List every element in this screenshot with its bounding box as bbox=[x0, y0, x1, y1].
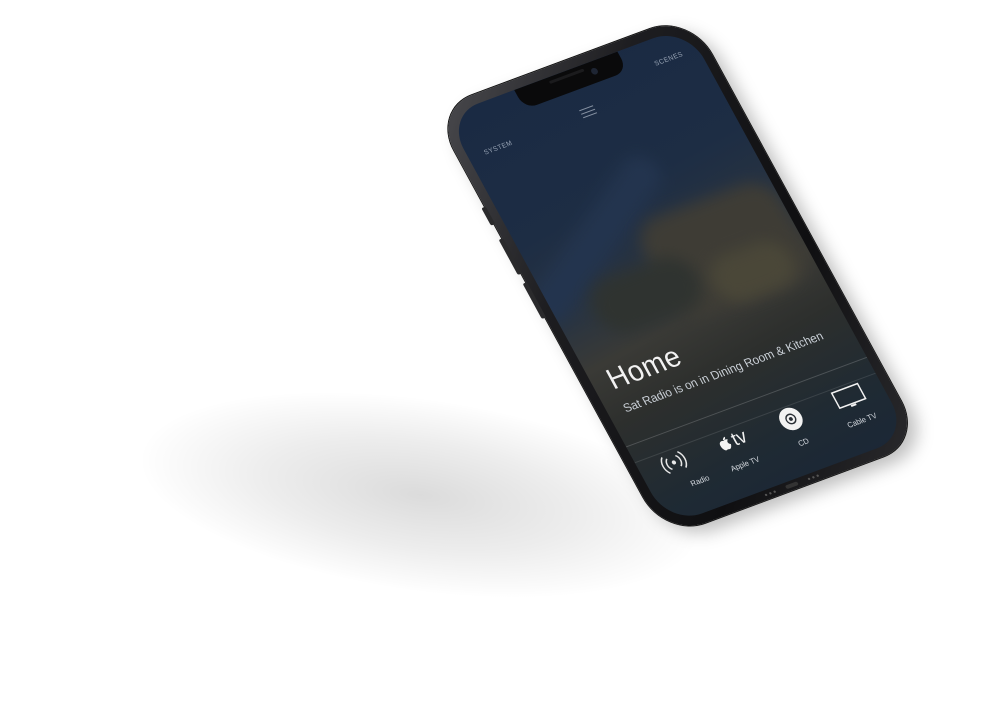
top-navigation: SYSTEM SCENES bbox=[453, 40, 703, 156]
system-tab[interactable]: SYSTEM bbox=[483, 140, 514, 157]
hamburger-menu-icon[interactable] bbox=[579, 105, 599, 121]
device-mockup-stage: SYSTEM SCENES Home Sat Radio is on in Di… bbox=[0, 0, 996, 713]
source-label: CD bbox=[796, 436, 811, 449]
scenes-tab[interactable]: SCENES bbox=[653, 51, 684, 68]
source-label: Radio bbox=[688, 473, 712, 489]
disc-icon bbox=[773, 402, 809, 435]
apple-tv-logo: tv bbox=[712, 423, 753, 458]
broadcast-radio-icon bbox=[654, 445, 693, 479]
front-camera bbox=[589, 67, 600, 76]
tv-screen-icon bbox=[828, 379, 871, 415]
earpiece-speaker bbox=[548, 68, 585, 84]
mute-switch bbox=[481, 206, 496, 226]
